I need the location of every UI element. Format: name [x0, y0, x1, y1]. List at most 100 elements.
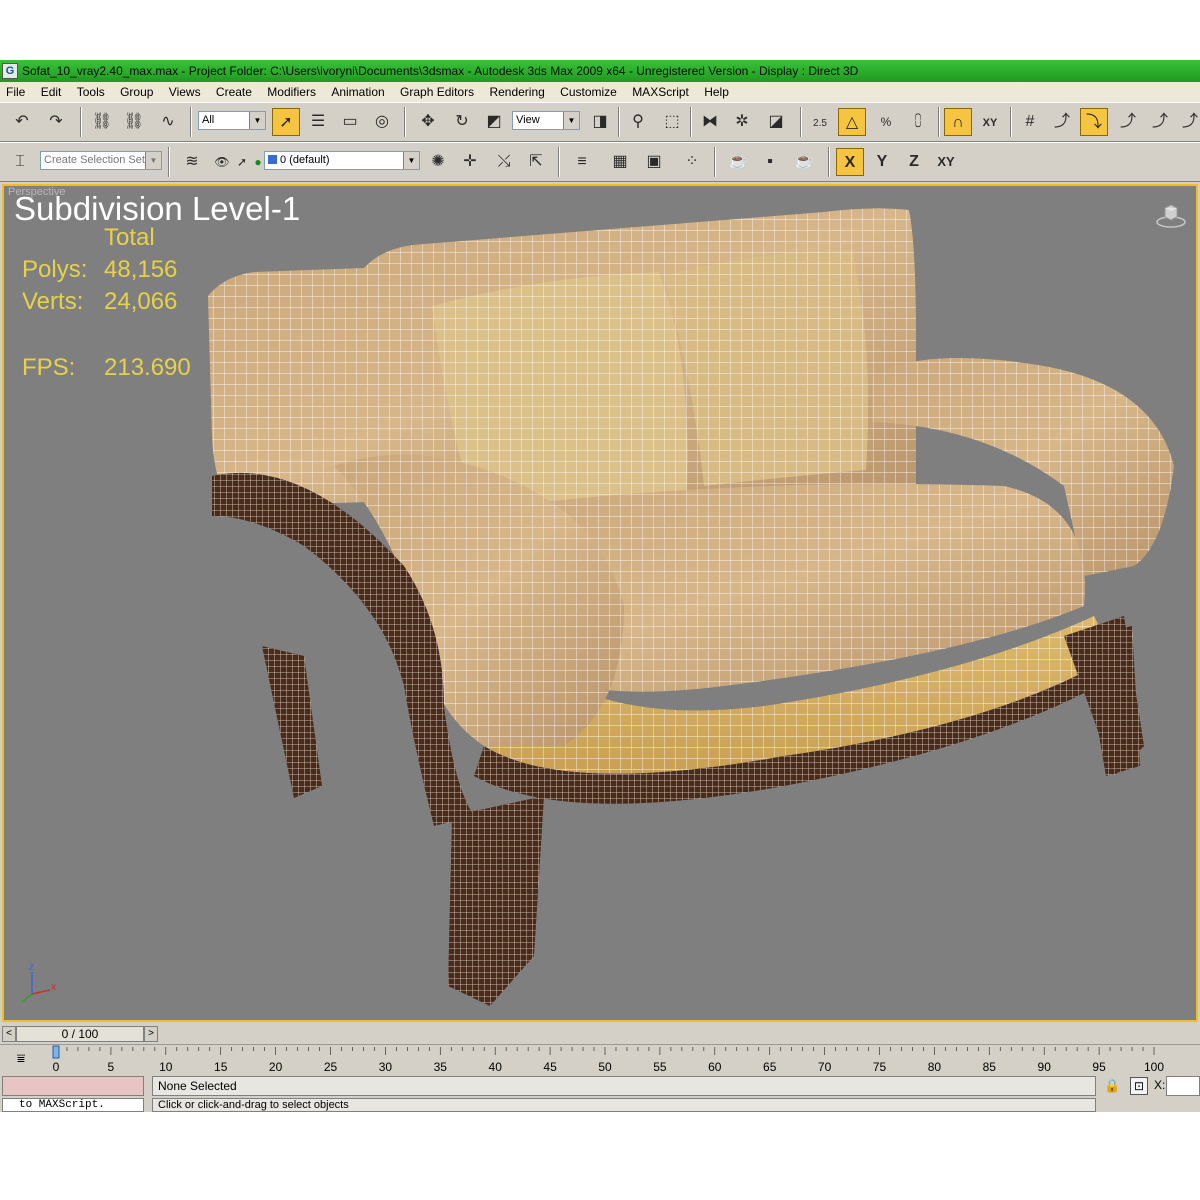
curve-editor-icon[interactable]: ⤴	[1048, 108, 1076, 136]
maxscript-output[interactable]: to MAXScript.	[2, 1098, 144, 1112]
select-in-layer-icon[interactable]: ⤯	[490, 148, 518, 176]
keyboard-shortcut-icon[interactable]: ⬚	[658, 108, 686, 136]
layer-manager-icon[interactable]: ◪	[762, 108, 790, 136]
menu-file[interactable]: File	[0, 82, 31, 102]
render-icon[interactable]: ⤴	[1176, 108, 1200, 136]
time-slider[interactable]: < 0 / 100 >	[0, 1024, 1200, 1044]
new-layer-icon[interactable]: ✺	[424, 148, 452, 176]
grid-icon[interactable]: #	[1016, 108, 1044, 136]
edit-named-selection-icon[interactable]: ⌶	[6, 148, 34, 176]
status-bar: to MAXScript. None Selected Click or cli…	[0, 1076, 1200, 1112]
toolbar-separator	[618, 107, 620, 137]
current-frame-marker[interactable]	[52, 1045, 60, 1059]
bind-to-space-warp-icon[interactable]: ∿	[154, 108, 182, 136]
undo-icon[interactable]: ↶	[8, 108, 36, 136]
verts-value: 24,066	[104, 288, 178, 315]
menu-group[interactable]: Group	[114, 82, 159, 102]
chevron-down-icon: ▼	[249, 112, 265, 129]
ruler-label: 60	[708, 1060, 722, 1074]
axis-y-button[interactable]: Y	[868, 148, 896, 176]
coord-x-field[interactable]	[1166, 1076, 1200, 1096]
layer-list-icon[interactable]: ≋	[178, 148, 206, 176]
secondary-toolbar: ⌶ Create Selection Set ▼ ≋ 👁 ➚ ● 0 (defa…	[0, 142, 1200, 182]
menu-graph-editors[interactable]: Graph Editors	[394, 82, 480, 102]
xy-constraint-icon[interactable]: XY	[976, 108, 1004, 136]
menu-views[interactable]: Views	[163, 82, 207, 102]
menu-customize[interactable]: Customize	[554, 82, 623, 102]
app-icon[interactable]: G	[2, 63, 18, 79]
menu-create[interactable]: Create	[210, 82, 258, 102]
absolute-mode-icon[interactable]: ⊡	[1130, 1077, 1148, 1095]
scale-icon[interactable]: ◩	[480, 108, 508, 136]
rotate-icon[interactable]: ↻	[448, 108, 476, 136]
sofa-wireframe-model[interactable]	[4, 186, 1196, 1020]
select-and-link-icon[interactable]: ⛓	[88, 108, 116, 136]
selection-filter-dropdown[interactable]: All ▼	[198, 111, 266, 130]
menu-modifiers[interactable]: Modifiers	[261, 82, 322, 102]
lock-icon[interactable]: 🔒	[1104, 1078, 1120, 1094]
align-icon[interactable]: ✲	[728, 108, 756, 136]
toolbar-separator	[800, 107, 802, 137]
reference-coord-dropdown[interactable]: View ▼	[512, 111, 580, 130]
mini-curve-editor-icon[interactable]: ⩸	[10, 1049, 32, 1067]
ruler-label: 15	[214, 1060, 228, 1074]
percent-snap-icon[interactable]: %	[872, 108, 900, 136]
stats-header: Total	[104, 224, 155, 251]
time-prev-button[interactable]: <	[2, 1026, 16, 1042]
axis-z-button[interactable]: Z	[900, 148, 928, 176]
time-slider-thumb[interactable]: 0 / 100	[16, 1026, 144, 1042]
menu-animation[interactable]: Animation	[325, 82, 390, 102]
time-next-button[interactable]: >	[144, 1026, 158, 1042]
redo-icon[interactable]: ↷	[42, 108, 70, 136]
unlink-icon[interactable]: ⛓	[120, 108, 148, 136]
track-ruler[interactable]: 0 5 10 15 20 25 30 35 40 45 50 55 60 65 70 75 80 85 90 95 10…	[50, 1045, 1200, 1077]
toolbar-separator	[190, 107, 192, 137]
menu-help[interactable]: Help	[698, 82, 735, 102]
render-setup-icon[interactable]: ⤴	[1146, 108, 1174, 136]
window-crossing-icon[interactable]: ◎	[368, 108, 396, 136]
rendered-frame-window-icon[interactable]: ▪	[756, 148, 784, 176]
material-spheres-icon[interactable]: ⁘	[678, 148, 706, 176]
toolbar-separator	[558, 147, 560, 177]
dope-sheet-icon[interactable]: ▣	[640, 148, 668, 176]
axis-x-button[interactable]: X	[836, 148, 864, 176]
perspective-viewport[interactable]: Perspective Subdivision Level-1 Total Po…	[2, 184, 1198, 1022]
layer-dropdown[interactable]: 0 (default) ▼	[264, 151, 420, 170]
title-bar[interactable]: G Sofat_10_vray2.40_max.max - Project Fo…	[0, 60, 1200, 82]
rectangular-selection-icon[interactable]: ▭	[336, 108, 364, 136]
menu-maxscript[interactable]: MAXScript	[626, 82, 695, 102]
maxscript-listener-input[interactable]	[2, 1076, 144, 1096]
magnet-icon[interactable]: ∩	[944, 108, 972, 136]
angle-snap-icon[interactable]: △	[838, 108, 866, 136]
track-bar[interactable]: ⩸ 0 5 10 15 20 25 30 35 40 45 50 55 60 65 70 75 80 85 90 95…	[0, 1044, 1200, 1077]
quick-render-icon[interactable]: ☕	[790, 148, 818, 176]
layers-icon[interactable]: ≡	[568, 148, 596, 176]
snaps-toggle-icon[interactable]: 2.5	[806, 108, 834, 136]
named-selection-dropdown[interactable]: Create Selection Set ▼	[40, 151, 162, 170]
set-current-layer-icon[interactable]: ⇱	[522, 148, 550, 176]
spinner-snap-icon[interactable]: ⩇	[904, 108, 932, 136]
ruler-label: 90	[1038, 1060, 1052, 1074]
axis-xy-button[interactable]: XY	[932, 148, 960, 176]
menu-edit[interactable]: Edit	[35, 82, 68, 102]
manipulate-icon[interactable]: ⚲	[624, 108, 652, 136]
ruler-label: 65	[763, 1060, 777, 1074]
add-to-layer-icon[interactable]: ✛	[456, 148, 484, 176]
ruler-label: 35	[434, 1060, 448, 1074]
toolbar-separator	[404, 107, 406, 137]
pivot-center-icon[interactable]: ◨	[586, 108, 614, 136]
menu-rendering[interactable]: Rendering	[483, 82, 550, 102]
select-object-icon[interactable]: ➚	[272, 108, 300, 136]
schematic-view-icon[interactable]: ⤵	[1080, 108, 1108, 136]
render-setup-teapot-icon[interactable]: ☕	[724, 148, 752, 176]
menu-tools[interactable]: Tools	[71, 82, 111, 102]
select-by-name-icon[interactable]: ☰	[304, 108, 332, 136]
mirror-icon[interactable]: ⧓	[696, 108, 724, 136]
gizmo-x-label: x	[51, 982, 56, 993]
track-view-icon[interactable]: ▦	[606, 148, 634, 176]
move-icon[interactable]: ✥	[414, 108, 442, 136]
material-editor-icon[interactable]: ⤴	[1114, 108, 1142, 136]
selection-filter-value: All	[202, 114, 215, 126]
viewcube-icon[interactable]	[1156, 200, 1186, 228]
toolbar-separator	[938, 107, 940, 137]
